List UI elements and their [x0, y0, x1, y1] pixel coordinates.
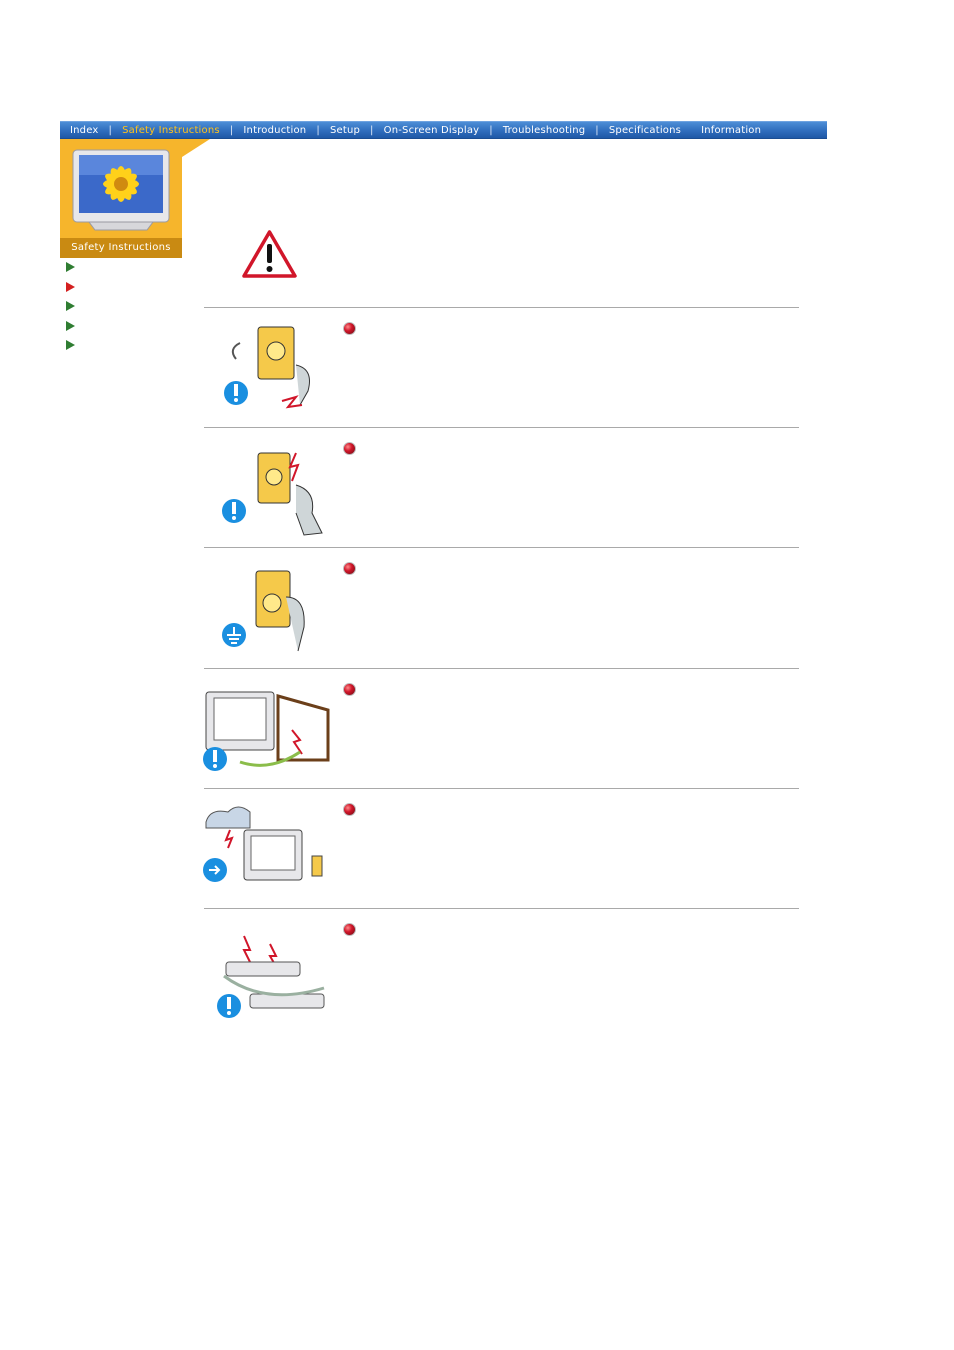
- side-nav-arrows: [66, 262, 75, 360]
- instruction-item: [200, 910, 800, 1028]
- divider: [204, 307, 799, 308]
- monitor-bent-cord-illustration: [203, 691, 330, 771]
- divider: [204, 427, 799, 428]
- red-bullet-icon: [343, 322, 356, 335]
- nav-on-screen-display[interactable]: On-Screen Display: [374, 125, 490, 136]
- green-arrow-icon[interactable]: [66, 320, 75, 331]
- nav-information[interactable]: Information: [691, 125, 771, 136]
- red-bullet-icon: [343, 442, 356, 455]
- instruction-item: [200, 429, 800, 547]
- section-header-tab: [182, 139, 210, 157]
- monitor-sunflower-icon: [72, 149, 170, 231]
- green-arrow-icon[interactable]: [66, 340, 75, 350]
- red-bullet-icon: [343, 923, 356, 936]
- top-nav-bar: Index | Safety Instructions | Introducti…: [60, 121, 827, 139]
- monitor-lightning-storm-illustration: [203, 806, 323, 882]
- divider: [204, 668, 799, 669]
- nav-setup[interactable]: Setup: [320, 125, 370, 136]
- instruction-item: [200, 670, 800, 788]
- warning-triangle-icon: [242, 230, 297, 278]
- nav-introduction[interactable]: Introduction: [233, 125, 316, 136]
- red-bullet-icon: [343, 803, 356, 816]
- nav-specifications[interactable]: Specifications: [599, 125, 691, 136]
- green-arrow-icon[interactable]: [66, 262, 75, 272]
- divider: [204, 547, 799, 548]
- divider: [204, 908, 799, 909]
- grounded-outlet-illustration: [222, 570, 305, 652]
- red-bullet-icon: [343, 683, 356, 696]
- nav-index[interactable]: Index: [60, 125, 109, 136]
- red-arrow-icon[interactable]: [66, 281, 75, 292]
- red-bullet-icon: [343, 562, 356, 575]
- section-caption: Safety Instructions: [60, 238, 182, 258]
- nav-troubleshooting[interactable]: Troubleshooting: [493, 125, 595, 136]
- divider: [204, 788, 799, 789]
- plug-outlet-unplug-illustration: [224, 326, 310, 409]
- instruction-item: [200, 549, 800, 667]
- nav-safety-instructions[interactable]: Safety Instructions: [112, 125, 230, 136]
- instruction-item: [200, 790, 800, 908]
- overloaded-power-strip-illustration: [217, 935, 325, 1018]
- green-arrow-icon[interactable]: [66, 301, 75, 311]
- instruction-item: [200, 309, 800, 427]
- wet-hand-plug-illustration: [222, 452, 323, 536]
